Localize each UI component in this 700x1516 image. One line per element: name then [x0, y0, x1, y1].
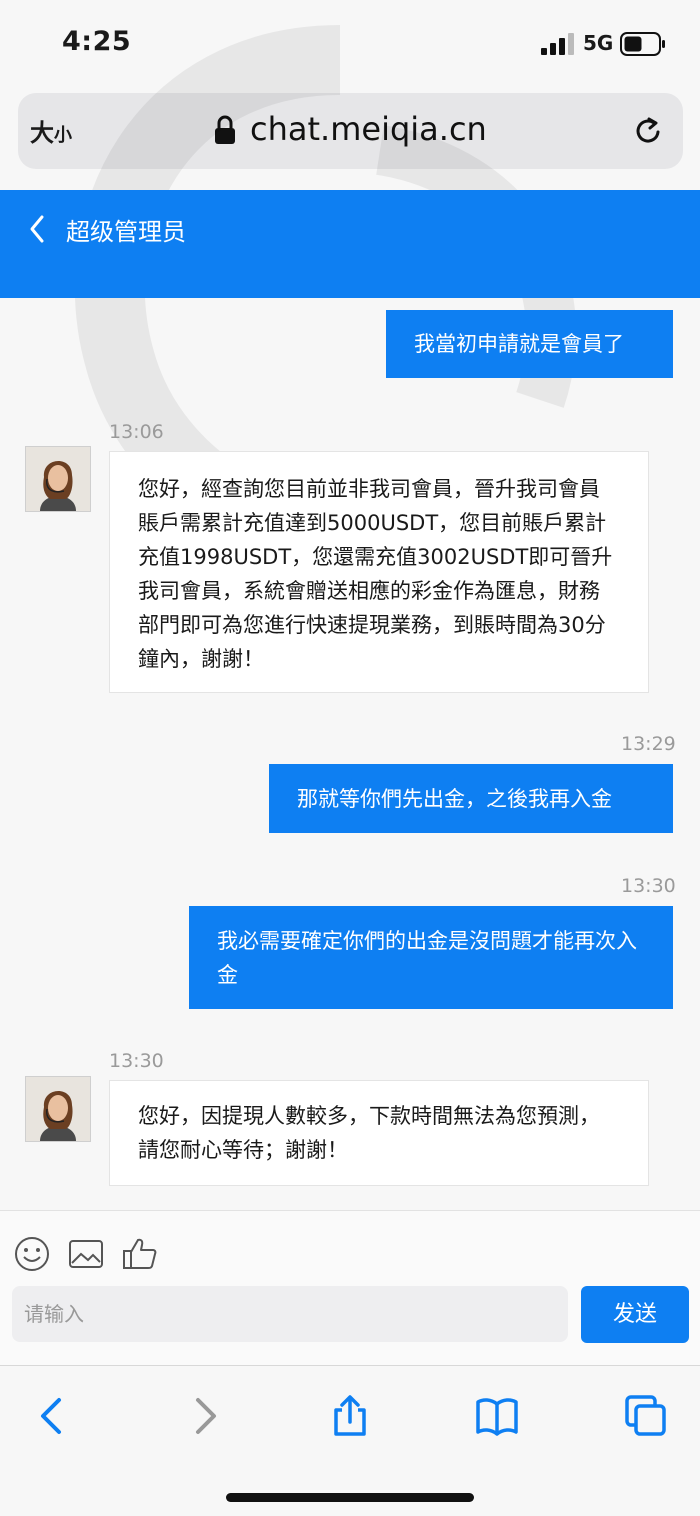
emoji-icon[interactable] — [14, 1236, 50, 1272]
agent-avatar — [25, 1076, 91, 1142]
text-size-small-label: 小 — [54, 125, 72, 146]
message-bubble-outgoing: 我必需要確定你們的出金是沒問題才能再次入金 — [189, 906, 673, 1009]
bookmarks-icon[interactable] — [475, 1394, 519, 1438]
status-bar: 4:25 5G — [0, 0, 700, 88]
text-size-button[interactable]: 大小 — [30, 113, 72, 148]
address-bar[interactable]: 大小 chat.meiqia.cn — [18, 93, 683, 169]
network-type: 5G — [583, 31, 614, 55]
message-input[interactable]: 请输入 — [12, 1286, 568, 1342]
status-time: 4:25 — [62, 26, 132, 57]
message-timestamp: 13:29 — [621, 733, 676, 755]
battery-icon — [620, 32, 665, 56]
agent-portrait-icon — [26, 1077, 90, 1141]
tabs-icon[interactable] — [624, 1394, 668, 1438]
cellular-signal-icon — [541, 33, 574, 55]
browser-toolbar — [0, 1365, 700, 1516]
agent-avatar — [25, 446, 91, 512]
text-size-large-label: 大 — [30, 119, 54, 147]
chat-input-area: 请输入 发送 — [0, 1210, 700, 1366]
message-bubble-incoming: 您好，經查詢您目前並非我司會員，晉升我司會員賬戶需累計充值達到5000USDT，… — [109, 451, 649, 693]
back-icon[interactable] — [31, 1394, 75, 1438]
message-timestamp: 13:06 — [109, 421, 164, 443]
message-timestamp: 13:30 — [621, 875, 676, 897]
home-indicator — [226, 1493, 474, 1502]
message-bubble-outgoing: 那就等你們先出金，之後我再入金 — [269, 764, 673, 833]
lock-icon — [215, 115, 235, 144]
share-icon[interactable] — [328, 1394, 372, 1438]
message-bubble-incoming: 您好，因提現人數較多，下款時間無法為您預測，請您耐心等待；謝謝！ — [109, 1080, 649, 1186]
chat-header: 超级管理员 — [0, 190, 700, 298]
image-icon[interactable] — [68, 1236, 104, 1272]
thumbs-up-icon[interactable] — [122, 1236, 158, 1272]
reload-icon[interactable] — [632, 115, 664, 147]
message-timestamp: 13:30 — [109, 1050, 164, 1072]
message-bubble-outgoing: 我當初申請就是會員了 — [386, 310, 673, 378]
url-text[interactable]: chat.meiqia.cn — [250, 110, 487, 148]
send-button[interactable]: 发送 — [581, 1286, 689, 1343]
back-arrow-icon[interactable] — [26, 213, 48, 245]
forward-icon[interactable] — [182, 1394, 226, 1438]
agent-portrait-icon — [26, 447, 90, 511]
chat-title: 超级管理员 — [66, 218, 186, 246]
